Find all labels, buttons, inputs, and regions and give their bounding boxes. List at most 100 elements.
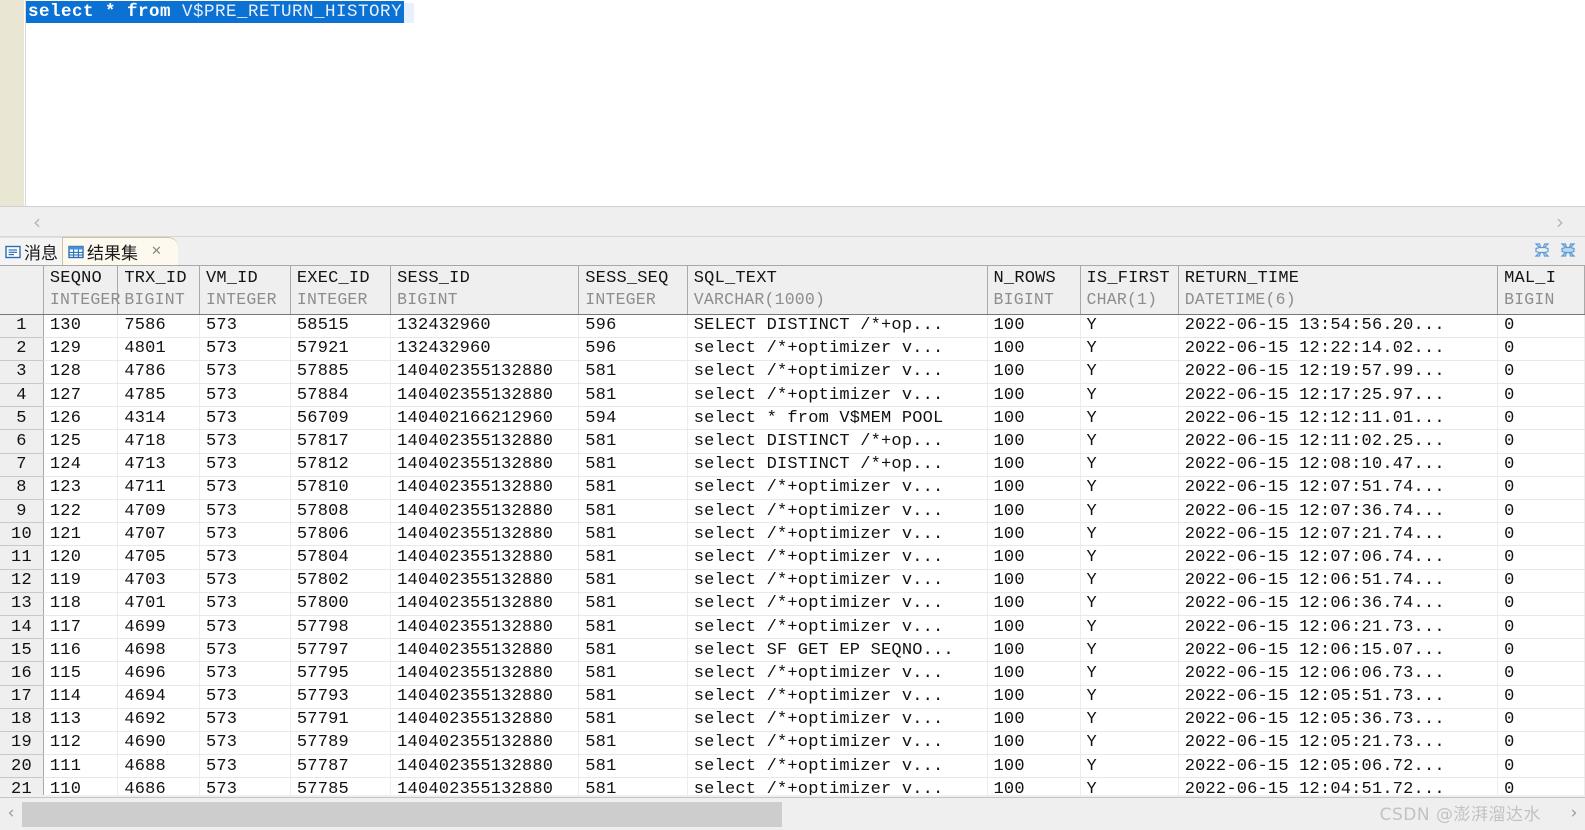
- cell-sess_id[interactable]: 140402355132880: [390, 383, 580, 408]
- cell-exec_id[interactable]: 57817: [290, 429, 392, 454]
- cell-vm_id[interactable]: 573: [199, 731, 291, 756]
- cell-exec_id[interactable]: 57804: [290, 545, 392, 570]
- cell-vm_id[interactable]: 573: [199, 337, 291, 361]
- cell-is_first[interactable]: Y: [1080, 429, 1179, 454]
- horizontal-scrollbar[interactable]: ‹ › CSDN @澎湃溜达水: [0, 797, 1585, 830]
- cell-mal_i[interactable]: 0: [1497, 708, 1585, 732]
- cell-vm_id[interactable]: 573: [199, 615, 291, 640]
- cell-mal_i[interactable]: 0: [1497, 754, 1585, 779]
- cell-seqno[interactable]: 129: [43, 337, 119, 361]
- cell-mal_i[interactable]: 0: [1497, 569, 1585, 593]
- cell-sess_id[interactable]: 140402355132880: [390, 615, 580, 640]
- cell-is_first[interactable]: Y: [1080, 406, 1179, 431]
- cell-return_time[interactable]: 2022-06-15 12:22:14.02...: [1178, 337, 1499, 361]
- cell-exec_id[interactable]: 58515: [290, 314, 392, 338]
- cell-sess_seq[interactable]: 581: [578, 638, 688, 663]
- table-row[interactable]: 20 111 4688 573 57787 140402355132880 581 selec…: [0, 754, 1585, 779]
- cell-seqno[interactable]: 117: [43, 615, 119, 640]
- cell-seqno[interactable]: 124: [43, 453, 119, 477]
- cell-sess_id[interactable]: 140402355132880: [390, 708, 580, 732]
- table-row[interactable]: 7 124 4713 573 57812 140402355132880 581 select…: [0, 453, 1585, 477]
- result-grid[interactable]: SEQNO INTEGER TRX_ID BIGINT VM_ID INTEGER EXEC…: [0, 265, 1585, 795]
- cell-exec_id[interactable]: 57797: [290, 638, 392, 663]
- cell-vm_id[interactable]: 573: [199, 429, 291, 454]
- cell-exec_id[interactable]: 57810: [290, 476, 392, 501]
- row-number[interactable]: 17: [0, 685, 44, 709]
- cell-return_time[interactable]: 2022-06-15 12:05:51.73...: [1178, 685, 1499, 709]
- cell-is_first[interactable]: Y: [1080, 476, 1179, 501]
- cell-vm_id[interactable]: 573: [199, 314, 291, 338]
- cell-return_time[interactable]: 2022-06-15 12:12:11.01...: [1178, 406, 1499, 431]
- cell-mal_i[interactable]: 0: [1497, 499, 1585, 524]
- cell-sess_id[interactable]: 140402355132880: [390, 499, 580, 524]
- cell-return_time[interactable]: 2022-06-15 12:06:06.73...: [1178, 661, 1499, 686]
- table-row[interactable]: 1 130 7586 573 58515 132432960 596 SELECT DISTI…: [0, 314, 1585, 338]
- cell-sess_id[interactable]: 140402355132880: [390, 777, 580, 795]
- cell-sess_seq[interactable]: 581: [578, 499, 688, 524]
- cell-exec_id[interactable]: 57787: [290, 754, 392, 779]
- cell-is_first[interactable]: Y: [1080, 360, 1179, 385]
- cell-trx_id[interactable]: 4692: [117, 708, 200, 732]
- cell-seqno[interactable]: 130: [43, 314, 119, 338]
- cell-return_time[interactable]: 2022-06-15 12:06:36.74...: [1178, 592, 1499, 616]
- cell-is_first[interactable]: Y: [1080, 453, 1179, 477]
- cell-trx_id[interactable]: 4707: [117, 522, 200, 547]
- cell-vm_id[interactable]: 573: [199, 360, 291, 385]
- cell-exec_id[interactable]: 57885: [290, 360, 392, 385]
- cell-is_first[interactable]: Y: [1080, 522, 1179, 547]
- cell-trx_id[interactable]: 4696: [117, 661, 200, 686]
- table-row[interactable]: 8 123 4711 573 57810 140402355132880 581 select…: [0, 476, 1585, 501]
- cell-mal_i[interactable]: 0: [1497, 406, 1585, 431]
- cell-trx_id[interactable]: 4786: [117, 360, 200, 385]
- cell-is_first[interactable]: Y: [1080, 592, 1179, 616]
- cell-seqno[interactable]: 118: [43, 592, 119, 616]
- cell-n_rows[interactable]: 100: [987, 569, 1081, 593]
- cell-exec_id[interactable]: 57812: [290, 453, 392, 477]
- table-row[interactable]: 6 125 4718 573 57817 140402355132880 581 select…: [0, 429, 1585, 454]
- cell-n_rows[interactable]: 100: [987, 545, 1081, 570]
- cell-sess_id[interactable]: 140402355132880: [390, 731, 580, 756]
- table-row[interactable]: 12 119 4703 573 57802 140402355132880 581 selec…: [0, 569, 1585, 593]
- cell-seqno[interactable]: 113: [43, 708, 119, 732]
- cell-exec_id[interactable]: 57806: [290, 522, 392, 547]
- cell-vm_id[interactable]: 573: [199, 476, 291, 501]
- row-number[interactable]: 2: [0, 337, 44, 361]
- cell-seqno[interactable]: 119: [43, 569, 119, 593]
- cell-mal_i[interactable]: 0: [1497, 638, 1585, 663]
- row-number[interactable]: 16: [0, 661, 44, 686]
- cell-is_first[interactable]: Y: [1080, 777, 1179, 795]
- cell-vm_id[interactable]: 573: [199, 661, 291, 686]
- restore-icon[interactable]: [1533, 241, 1551, 259]
- row-number[interactable]: 21: [0, 777, 44, 795]
- cell-trx_id[interactable]: 4694: [117, 685, 200, 709]
- cell-is_first[interactable]: Y: [1080, 638, 1179, 663]
- cell-return_time[interactable]: 2022-06-15 12:07:21.74...: [1178, 522, 1499, 547]
- cell-sess_seq[interactable]: 596: [578, 337, 688, 361]
- cell-seqno[interactable]: 128: [43, 360, 119, 385]
- cell-vm_id[interactable]: 573: [199, 777, 291, 795]
- cell-is_first[interactable]: Y: [1080, 708, 1179, 732]
- cell-is_first[interactable]: Y: [1080, 731, 1179, 756]
- cell-vm_id[interactable]: 573: [199, 545, 291, 570]
- cell-return_time[interactable]: 2022-06-15 12:06:51.74...: [1178, 569, 1499, 593]
- cell-seqno[interactable]: 120: [43, 545, 119, 570]
- table-row[interactable]: 17 114 4694 573 57793 140402355132880 581 selec…: [0, 685, 1585, 709]
- column-header-sql_text[interactable]: SQL_TEXT VARCHAR(1000): [687, 266, 988, 315]
- row-number[interactable]: 20: [0, 754, 44, 779]
- column-header-mal_i[interactable]: MAL_I BIGIN: [1497, 266, 1585, 315]
- cell-sess_id[interactable]: 140402355132880: [390, 545, 580, 570]
- cell-trx_id[interactable]: 4686: [117, 777, 200, 795]
- cell-sql_text[interactable]: select /*+optimizer v...: [687, 685, 988, 709]
- cell-mal_i[interactable]: 0: [1497, 337, 1585, 361]
- table-row[interactable]: 10 121 4707 573 57806 140402355132880 581 selec…: [0, 522, 1585, 547]
- cell-n_rows[interactable]: 100: [987, 406, 1081, 431]
- cell-mal_i[interactable]: 0: [1497, 661, 1585, 686]
- cell-sql_text[interactable]: select /*+optimizer v...: [687, 708, 988, 732]
- cell-seqno[interactable]: 115: [43, 661, 119, 686]
- cell-sql_text[interactable]: select /*+optimizer v...: [687, 545, 988, 570]
- cell-mal_i[interactable]: 0: [1497, 453, 1585, 477]
- cell-mal_i[interactable]: 0: [1497, 615, 1585, 640]
- cell-vm_id[interactable]: 573: [199, 522, 291, 547]
- cell-exec_id[interactable]: 57800: [290, 592, 392, 616]
- table-row[interactable]: 18 113 4692 573 57791 140402355132880 581 selec…: [0, 708, 1585, 732]
